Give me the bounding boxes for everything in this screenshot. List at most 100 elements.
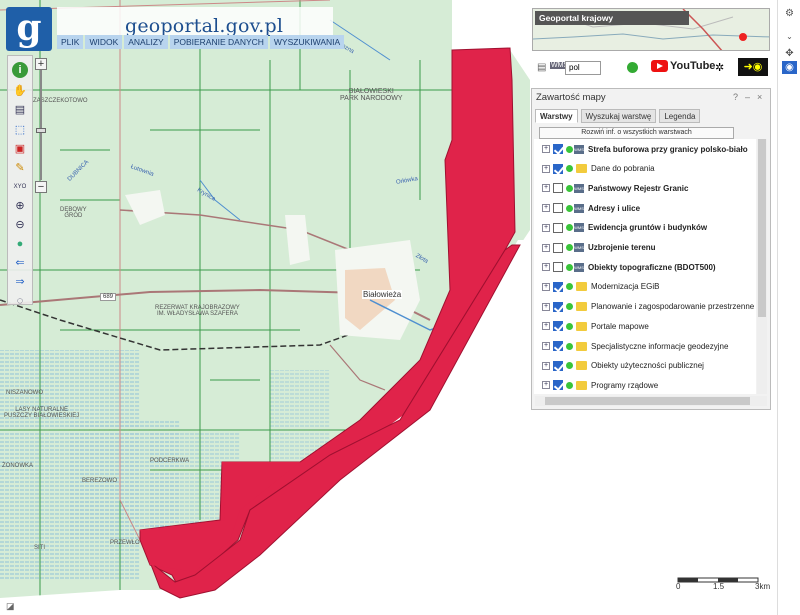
full-extent-icon[interactable]: ● xyxy=(12,236,28,252)
select-box-icon[interactable]: ⬚ xyxy=(12,122,28,138)
layer-label: Dane do pobrania xyxy=(591,164,655,174)
clear-selection-icon[interactable]: ▣ xyxy=(12,141,28,157)
legend-icon[interactable]: ▤ xyxy=(12,102,28,118)
settings-icon[interactable]: ⚙ xyxy=(782,7,797,20)
layer-checkbox[interactable] xyxy=(553,203,563,214)
layer-checkbox[interactable] xyxy=(553,183,563,194)
layer-row[interactable]: + Portale mapowe xyxy=(534,318,756,334)
layer-row[interactable]: + WMS Adresy i ulice xyxy=(534,200,756,216)
menu-pobieranie-danych[interactable]: POBIERANIE DANYCH xyxy=(169,35,268,49)
layer-checkbox[interactable] xyxy=(553,163,563,174)
layer-checkbox[interactable] xyxy=(553,380,563,391)
layer-row[interactable]: + WMS Obiekty topograficzne (BDOT500) xyxy=(534,259,756,275)
layer-checkbox[interactable] xyxy=(553,222,563,233)
eye-icon[interactable]: ◉ xyxy=(782,61,797,74)
secondary-toolbar: ▤ WMS pol YouTube ✲ ➜◉ xyxy=(532,58,770,78)
zoom-slider-knob[interactable] xyxy=(36,128,46,133)
forward-arrow-icon[interactable]: ⇒ xyxy=(12,274,28,290)
layer-checkbox[interactable] xyxy=(553,144,563,154)
zoom-in-button[interactable]: + xyxy=(35,58,47,70)
youtube-label: YouTube xyxy=(670,60,716,72)
back-arrow-icon[interactable]: ⇐ xyxy=(12,255,28,271)
layer-checkbox[interactable] xyxy=(553,341,563,351)
menu-plik[interactable]: PLIK xyxy=(57,35,84,49)
layer-checkbox[interactable] xyxy=(553,262,563,273)
layer-row[interactable]: + WMS Państwowy Rejestr Granic xyxy=(534,180,756,196)
layer-row[interactable]: + WMS Strefa buforowa przy granicy polsko-… xyxy=(534,141,756,157)
map-canvas[interactable]: BIAŁOWIESKI PARK NARODOWY Białowieża POD… xyxy=(0,0,530,615)
hscroll-thumb[interactable] xyxy=(545,397,750,405)
layer-checkbox[interactable] xyxy=(553,321,563,332)
expand-layer-icon[interactable]: + xyxy=(542,381,550,390)
info-icon[interactable]: i xyxy=(12,62,28,78)
layer-tree-hscroll[interactable] xyxy=(535,396,767,406)
expand-layer-icon[interactable]: + xyxy=(542,282,550,291)
layer-row[interactable]: + Dane do pobrania xyxy=(534,161,756,177)
layer-checkbox[interactable] xyxy=(553,242,563,253)
map-mode-icon[interactable]: ✥ xyxy=(782,47,797,60)
wms-layer-icon: WMS xyxy=(574,203,584,213)
collapse-down-icon[interactable]: ⌄ xyxy=(782,30,797,43)
folder-icon xyxy=(576,380,587,390)
expand-layer-icon[interactable]: + xyxy=(542,204,550,213)
map-label-lasy: LASY NATURALNE PUSZCZY BIAŁOWIESKIEJ xyxy=(4,407,80,419)
layer-checkbox[interactable] xyxy=(553,281,563,292)
tab-legenda[interactable]: Legenda xyxy=(659,109,701,123)
status-green-icon[interactable] xyxy=(627,62,638,73)
expand-layer-icon[interactable]: + xyxy=(542,342,550,350)
layer-row[interactable]: + Programy rządowe xyxy=(534,377,756,393)
accessibility-icon[interactable]: ✲ xyxy=(715,61,724,74)
zoom-out-button[interactable]: − xyxy=(35,181,47,193)
layer-checkbox[interactable] xyxy=(553,360,563,371)
layer-label: Obiekty topograficzne (BDOT500) xyxy=(588,262,716,272)
status-dot-icon xyxy=(566,244,573,251)
layer-row[interactable]: + WMS Ewidencja gruntów i budynków xyxy=(534,220,756,236)
contrast-mode-icon[interactable]: ➜◉ xyxy=(738,58,768,76)
pan-hand-icon[interactable]: ✋ xyxy=(12,83,28,99)
zoom-out-tool-icon[interactable]: ⊖ xyxy=(12,217,28,233)
map-graphics xyxy=(0,0,530,615)
overview-title: Geoportal krajowy xyxy=(535,11,689,25)
zoom-slider-track[interactable] xyxy=(40,70,42,180)
layer-row[interactable]: + Specjalistyczne informacje geodezyjne xyxy=(534,338,756,354)
print-icon[interactable]: ▤ xyxy=(537,62,546,73)
expand-layer-icon[interactable]: + xyxy=(542,184,550,193)
measure-icon[interactable]: ◌ xyxy=(12,293,28,309)
tab-wyszukaj-warstwe[interactable]: Wyszukaj warstwę xyxy=(580,109,657,123)
expand-layer-icon[interactable]: + xyxy=(542,302,550,311)
layer-row[interactable]: + Planowanie i zagospodarowanie przestrze… xyxy=(534,299,756,315)
road-number-badge: 689 xyxy=(100,293,117,301)
coordinates-icon[interactable]: XYO xyxy=(12,179,28,195)
tab-warstwy[interactable]: Warstwy xyxy=(535,109,578,123)
expand-layer-icon[interactable]: + xyxy=(542,164,550,173)
minimize-button[interactable]: – xyxy=(745,92,750,102)
help-button[interactable]: ? xyxy=(733,92,738,102)
zoom-in-tool-icon[interactable]: ⊕ xyxy=(12,198,28,214)
menu-widok[interactable]: WIDOK xyxy=(85,35,123,49)
expand-layer-icon[interactable]: + xyxy=(542,243,550,252)
expand-all-button[interactable]: Rozwiń inf. o wszystkich warstwach xyxy=(539,127,734,139)
folder-icon xyxy=(576,341,587,351)
layer-row[interactable]: + Obiekty użyteczności publicznej xyxy=(534,358,756,374)
layer-tree-vscroll[interactable] xyxy=(757,139,767,394)
overview-map[interactable]: Geoportal krajowy xyxy=(532,8,770,51)
youtube-link[interactable]: YouTube xyxy=(651,60,716,73)
layer-row[interactable]: + Modernizacja EGiB xyxy=(534,279,756,295)
expand-layer-icon[interactable]: + xyxy=(542,322,550,331)
expand-layer-icon[interactable]: + xyxy=(542,223,550,232)
language-select[interactable]: pol xyxy=(565,61,601,75)
layer-checkbox[interactable] xyxy=(553,301,563,312)
menu-wyszukiwania[interactable]: WYSZUKIWANIA xyxy=(269,35,345,49)
expand-corner-icon[interactable]: ◪ xyxy=(6,601,18,611)
expand-layer-icon[interactable]: + xyxy=(542,145,550,153)
vscroll-thumb[interactable] xyxy=(758,139,766,317)
layer-row[interactable]: + WMS Uzbrojenie terenu xyxy=(534,240,756,256)
layer-label: Strefa buforowa przy granicy polsko-biał… xyxy=(588,144,748,154)
expand-layer-icon[interactable]: + xyxy=(542,361,550,370)
close-button[interactable]: × xyxy=(757,92,762,102)
expand-layer-icon[interactable]: + xyxy=(542,263,550,272)
geoportal-logo[interactable]: g xyxy=(6,7,52,51)
status-dot-icon xyxy=(566,263,573,271)
draw-icon[interactable]: ✎ xyxy=(12,160,28,176)
menu-analizy[interactable]: ANALIZY xyxy=(124,35,168,49)
